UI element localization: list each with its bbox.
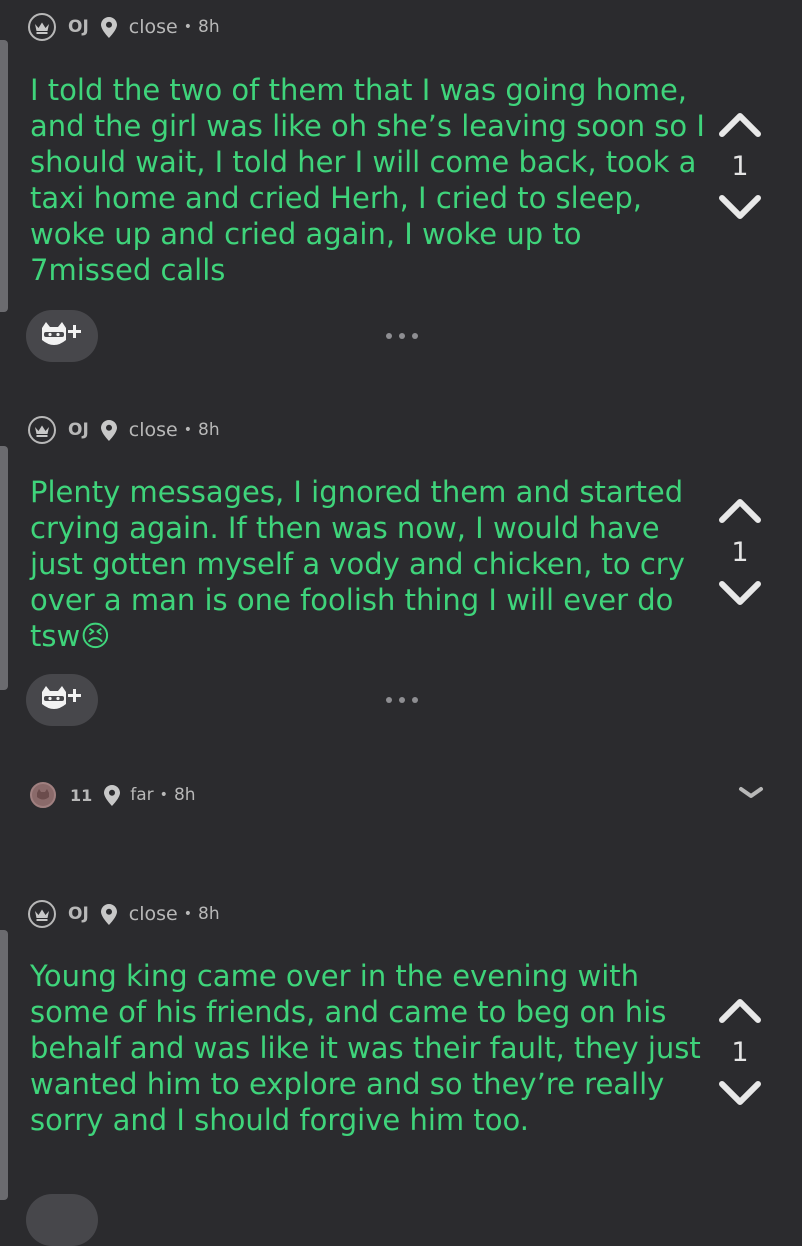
location-label: close: [128, 903, 178, 925]
location-pin-icon: [100, 903, 119, 925]
crown-icon[interactable]: [28, 13, 56, 41]
separator-dot: •: [159, 787, 168, 803]
crown-icon[interactable]: [28, 900, 56, 928]
vote-count: 1: [731, 537, 749, 568]
vote-control: 1: [712, 110, 768, 222]
more-dots-icon[interactable]: [386, 331, 418, 341]
collapsed-reply[interactable]: 11 far • 8h: [30, 780, 196, 810]
timestamp: 8h: [173, 785, 196, 805]
timestamp: 8h: [198, 420, 220, 440]
username[interactable]: OJ: [68, 420, 89, 440]
username[interactable]: OJ: [68, 17, 89, 37]
thread-bar: [0, 446, 8, 690]
comment-meta: OJ close • 8h: [28, 898, 220, 930]
vote-count: 1: [731, 1037, 749, 1068]
add-reaction-button[interactable]: [26, 674, 98, 726]
location-pin-icon: [100, 16, 119, 38]
chevron-up-icon[interactable]: [717, 496, 763, 524]
username[interactable]: OJ: [68, 904, 89, 924]
add-reaction-button[interactable]: [26, 310, 98, 362]
separator-dot: •: [183, 422, 192, 438]
chevron-up-icon[interactable]: [717, 996, 763, 1024]
vote-count: 1: [731, 151, 749, 182]
separator-dot: •: [183, 906, 192, 922]
comment-text: Young king came over in the evening with…: [30, 959, 701, 1137]
location-label: close: [128, 16, 178, 38]
add-reaction-icon: [42, 322, 81, 345]
add-reaction-icon: [42, 686, 81, 709]
reply-count: 11: [70, 785, 93, 805]
vote-control: 1: [712, 496, 768, 608]
chevron-down-icon[interactable]: [717, 1080, 763, 1108]
comment-meta: OJ close • 8h: [28, 11, 220, 43]
separator-dot: •: [183, 19, 192, 35]
location-label: close: [128, 419, 178, 441]
add-reaction-button[interactable]: [26, 1194, 98, 1246]
comment-meta: OJ close • 8h: [28, 414, 220, 446]
crown-icon[interactable]: [28, 416, 56, 444]
timestamp: 8h: [198, 17, 220, 37]
location-pin-icon: [100, 419, 119, 441]
location-pin-icon: [104, 784, 122, 806]
location-label: far: [130, 785, 154, 805]
vote-control: 1: [712, 996, 768, 1108]
thread-bar: [0, 40, 8, 312]
chevron-down-icon[interactable]: [717, 580, 763, 608]
chevron-up-icon[interactable]: [717, 110, 763, 138]
avatar: [30, 782, 56, 808]
comment-text: Plenty messages, I ignored them and star…: [30, 475, 685, 653]
more-dots-icon[interactable]: [386, 695, 418, 705]
thread-bar: [0, 930, 8, 1200]
expand-chevron-icon[interactable]: [736, 784, 766, 802]
comment-text: I told the two of them that I was going …: [30, 73, 705, 287]
timestamp: 8h: [198, 904, 220, 924]
chevron-down-icon[interactable]: [717, 194, 763, 222]
